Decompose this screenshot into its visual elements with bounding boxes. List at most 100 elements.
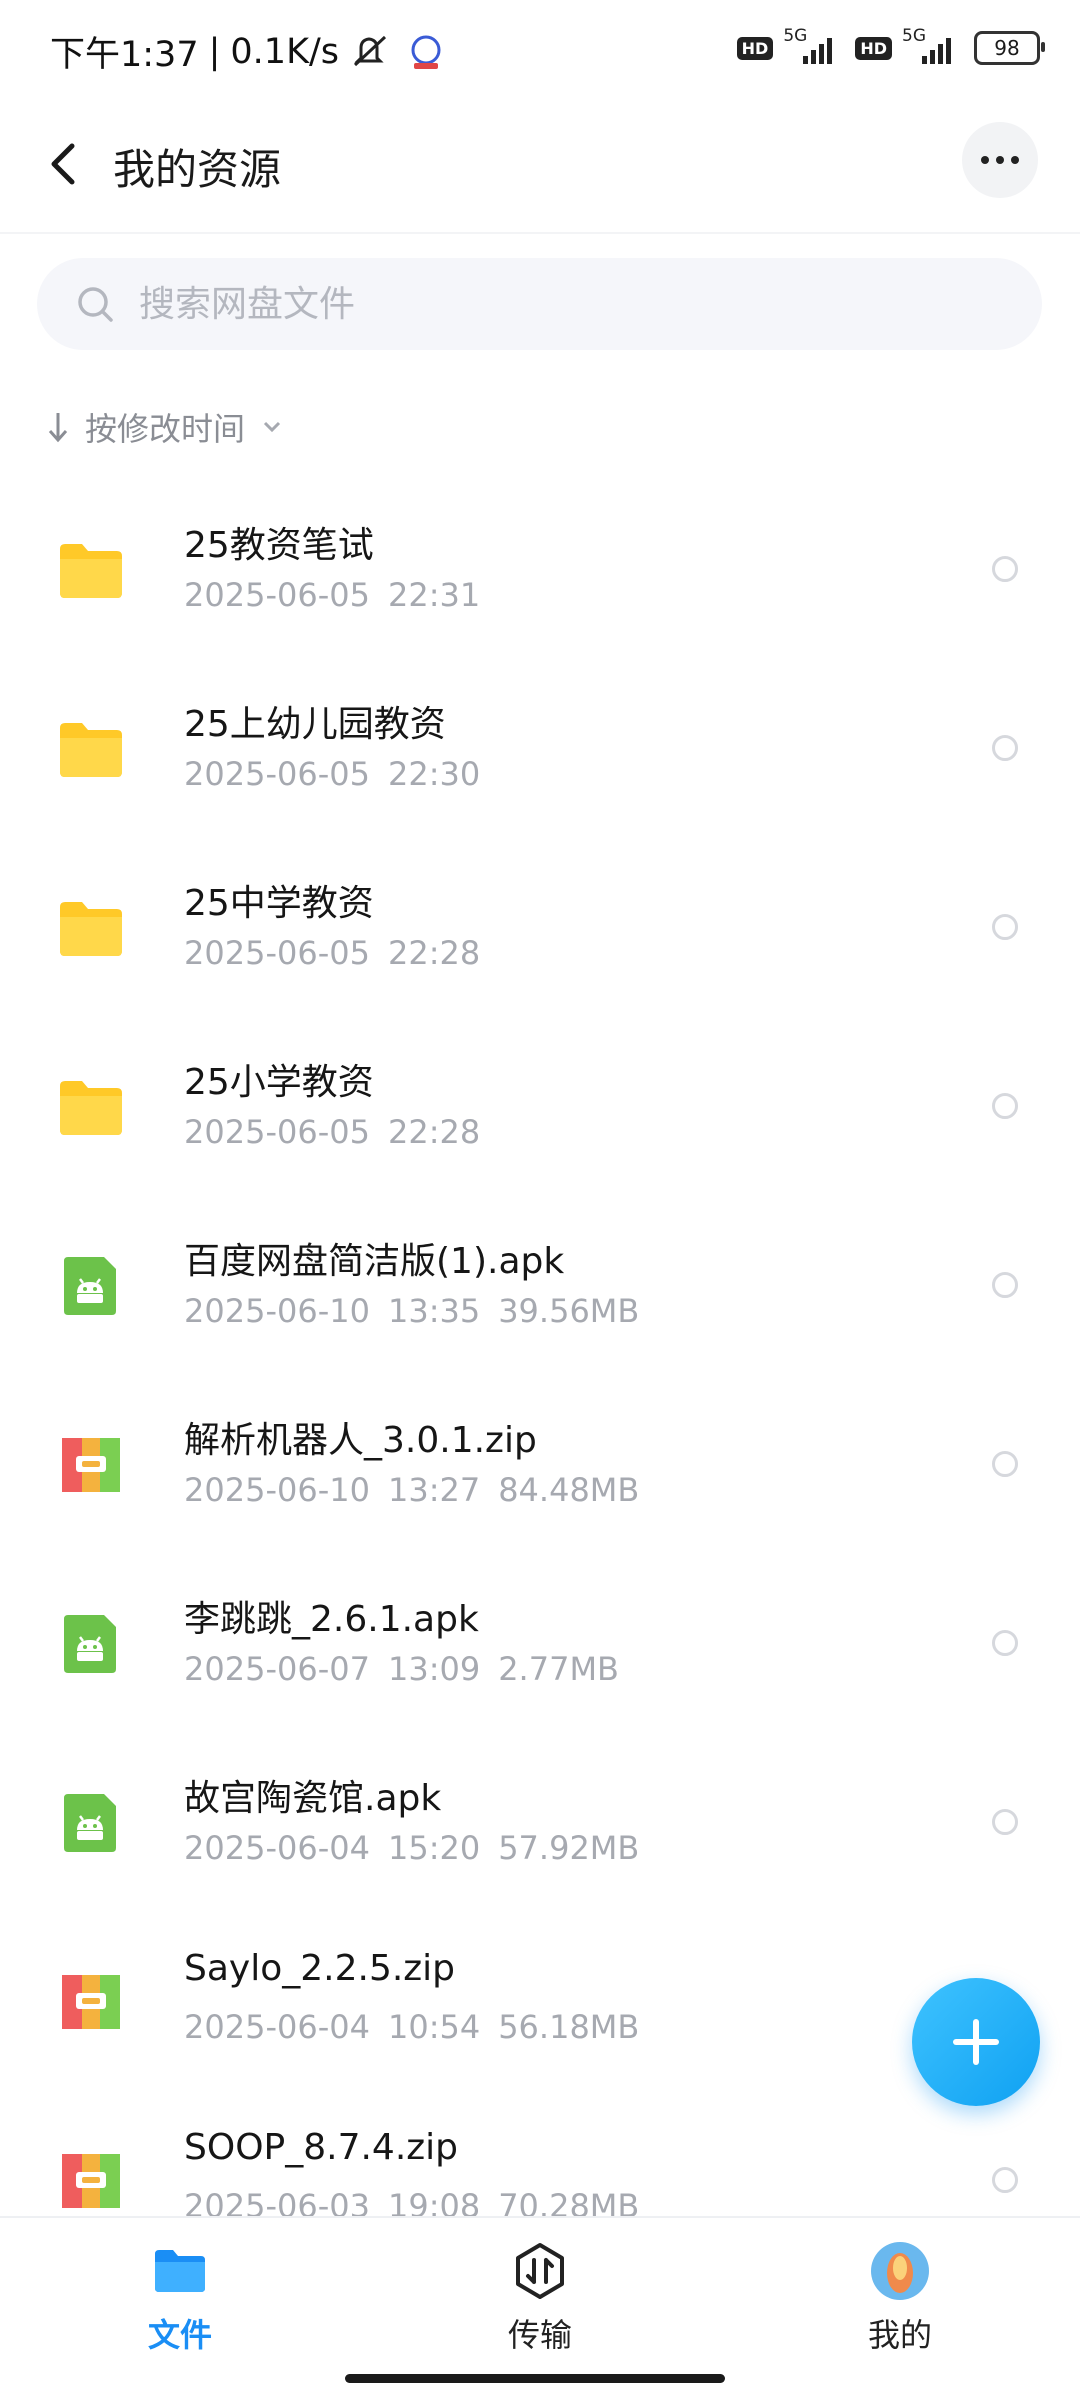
tab-transfer[interactable]: 传输 xyxy=(440,2240,640,2356)
tab-transfer-label: 传输 xyxy=(507,2316,572,2354)
file-date: 2025-06-04 xyxy=(184,1829,370,1867)
select-checkbox[interactable] xyxy=(992,735,1018,761)
bottom-nav: 文件 传输 我的 xyxy=(0,2216,1080,2400)
file-name: 25教资笔试 xyxy=(184,525,374,566)
file-time: 13:35 xyxy=(387,1292,481,1330)
status-time: 下午1:37 xyxy=(50,35,199,75)
home-indicator[interactable] xyxy=(345,2374,725,2383)
file-row[interactable]: 25教资笔试 2025-06-05 22:31 xyxy=(0,480,1080,659)
more-options-button[interactable] xyxy=(962,122,1038,198)
file-name: Saylo_2.2.5.zip xyxy=(184,1948,456,1989)
android-apk-icon xyxy=(58,1255,124,1317)
android-apk-icon xyxy=(58,1613,124,1675)
hd-badge-1: HD xyxy=(736,36,774,60)
battery-level: 98 xyxy=(994,36,1020,60)
file-date: 2025-06-04 xyxy=(184,2008,370,2046)
file-time: 22:30 xyxy=(387,755,481,793)
file-row[interactable]: 李跳跳_2.6.1.apk 2025-06-07 13:09 2.77MB xyxy=(0,1554,1080,1733)
folder-icon xyxy=(58,539,124,601)
status-net-speed: 0.1K/s xyxy=(230,31,340,72)
search-icon xyxy=(78,287,113,322)
search-input[interactable] xyxy=(137,282,941,326)
zip-archive-icon xyxy=(58,1434,124,1496)
header: 我的资源 xyxy=(0,110,1080,220)
file-name: 25中学教资 xyxy=(184,883,374,924)
file-name: 故宫陶瓷馆.apk xyxy=(184,1778,442,1819)
select-checkbox[interactable] xyxy=(992,1451,1018,1477)
file-meta: 2025-06-07 13:09 2.77MB xyxy=(184,1650,637,1688)
select-checkbox[interactable] xyxy=(992,1272,1018,1298)
file-meta: 2025-06-05 22:28 xyxy=(184,1113,498,1151)
select-checkbox[interactable] xyxy=(992,1809,1018,1835)
file-name: 25上幼儿园教资 xyxy=(184,704,446,745)
transfer-icon xyxy=(516,2243,564,2299)
select-checkbox[interactable] xyxy=(992,914,1018,940)
status-left: 下午1:37 | 0.1K/s xyxy=(50,26,443,77)
android-apk-icon xyxy=(58,1792,124,1854)
file-size: 57.92MB xyxy=(498,1829,640,1867)
add-button[interactable] xyxy=(912,1978,1040,2106)
chevron-down-icon xyxy=(263,421,281,433)
hd-badge-2: HD xyxy=(855,36,892,60)
file-time: 22:28 xyxy=(387,1113,481,1151)
select-checkbox[interactable] xyxy=(992,1093,1018,1119)
sort-arrow-icon xyxy=(48,413,68,443)
select-checkbox[interactable] xyxy=(992,556,1018,582)
file-row[interactable]: 25上幼儿园教资 2025-06-05 22:30 xyxy=(0,659,1080,838)
file-meta: 2025-06-05 22:30 xyxy=(184,755,498,793)
sort-selector[interactable]: 按修改时间 xyxy=(45,404,283,450)
status-bar: 下午1:37 | 0.1K/s HD 5G HD 5G 98 xyxy=(0,0,1080,100)
file-name: 解析机器人_3.0.1.zip xyxy=(184,1420,537,1461)
file-row[interactable]: 解析机器人_3.0.1.zip 2025-06-10 13:27 84.48MB xyxy=(0,1375,1080,1554)
zip-archive-icon xyxy=(58,2150,124,2212)
sort-label: 按修改时间 xyxy=(85,410,246,448)
file-row[interactable]: 故宫陶瓷馆.apk 2025-06-04 15:20 57.92MB xyxy=(0,1733,1080,1912)
tab-profile[interactable]: 我的 xyxy=(800,2240,1000,2356)
file-date: 2025-06-05 xyxy=(184,755,370,793)
file-size: 84.48MB xyxy=(498,1471,640,1509)
file-name: 百度网盘简洁版(1).apk xyxy=(184,1241,565,1282)
file-name: 25小学教资 xyxy=(184,1062,374,1103)
select-checkbox[interactable] xyxy=(992,1630,1018,1656)
file-time: 22:31 xyxy=(387,576,481,614)
file-size: 39.56MB xyxy=(498,1292,640,1330)
status-separator: | xyxy=(208,31,221,72)
status-right: HD 5G HD 5G 98 xyxy=(736,26,1045,66)
tab-files[interactable]: 文件 xyxy=(80,2240,280,2356)
screen: 下午1:37 | 0.1K/s HD 5G HD 5G 98 我的资源 搜索网盘… xyxy=(0,0,1080,2400)
header-divider xyxy=(0,232,1080,234)
tab-files-label: 文件 xyxy=(147,2316,212,2354)
file-row[interactable]: 百度网盘简洁版(1).apk 2025-06-10 13:35 39.56MB xyxy=(0,1196,1080,1375)
tab-profile-label: 我的 xyxy=(867,2316,932,2354)
battery-icon: 98 xyxy=(974,31,1045,65)
folder-tab-icon xyxy=(155,2250,205,2292)
file-meta: 2025-06-05 22:31 xyxy=(184,576,498,614)
mute-icon xyxy=(354,35,387,66)
file-name: SOOP_8.7.4.zip xyxy=(184,2127,459,2168)
file-time: 10:54 xyxy=(387,2008,481,2046)
file-row[interactable]: 25小学教资 2025-06-05 22:28 xyxy=(0,1017,1080,1196)
file-meta: 2025-06-10 13:35 39.56MB xyxy=(184,1292,657,1330)
file-name: 李跳跳_2.6.1.apk xyxy=(184,1599,479,1640)
file-date: 2025-06-10 xyxy=(184,1471,370,1509)
file-list: 25教资笔试 2025-06-05 22:31 25上幼儿园教资 2025-06-05 2… xyxy=(0,480,1080,2270)
file-size: 56.18MB xyxy=(498,2008,640,2046)
folder-icon xyxy=(58,718,124,780)
back-button[interactable] xyxy=(40,134,90,194)
file-meta: 2025-06-04 10:54 56.18MB xyxy=(184,2008,657,2046)
search-bar[interactable] xyxy=(37,258,1042,350)
zip-archive-icon xyxy=(58,1971,124,2033)
page-title: 我的资源 xyxy=(113,145,282,194)
file-time: 13:27 xyxy=(387,1471,481,1509)
dot-icon xyxy=(981,156,989,164)
file-time: 13:09 xyxy=(387,1650,481,1688)
select-checkbox[interactable] xyxy=(992,2167,1018,2193)
file-row[interactable]: 25中学教资 2025-06-05 22:28 xyxy=(0,838,1080,1017)
file-date: 2025-06-05 xyxy=(184,934,370,972)
signal-2-icon: 5G xyxy=(902,26,964,66)
file-date: 2025-06-07 xyxy=(184,1650,370,1688)
file-meta: 2025-06-10 13:27 84.48MB xyxy=(184,1471,657,1509)
file-date: 2025-06-05 xyxy=(184,576,370,614)
file-time: 15:20 xyxy=(387,1829,481,1867)
dot-icon xyxy=(996,156,1004,164)
